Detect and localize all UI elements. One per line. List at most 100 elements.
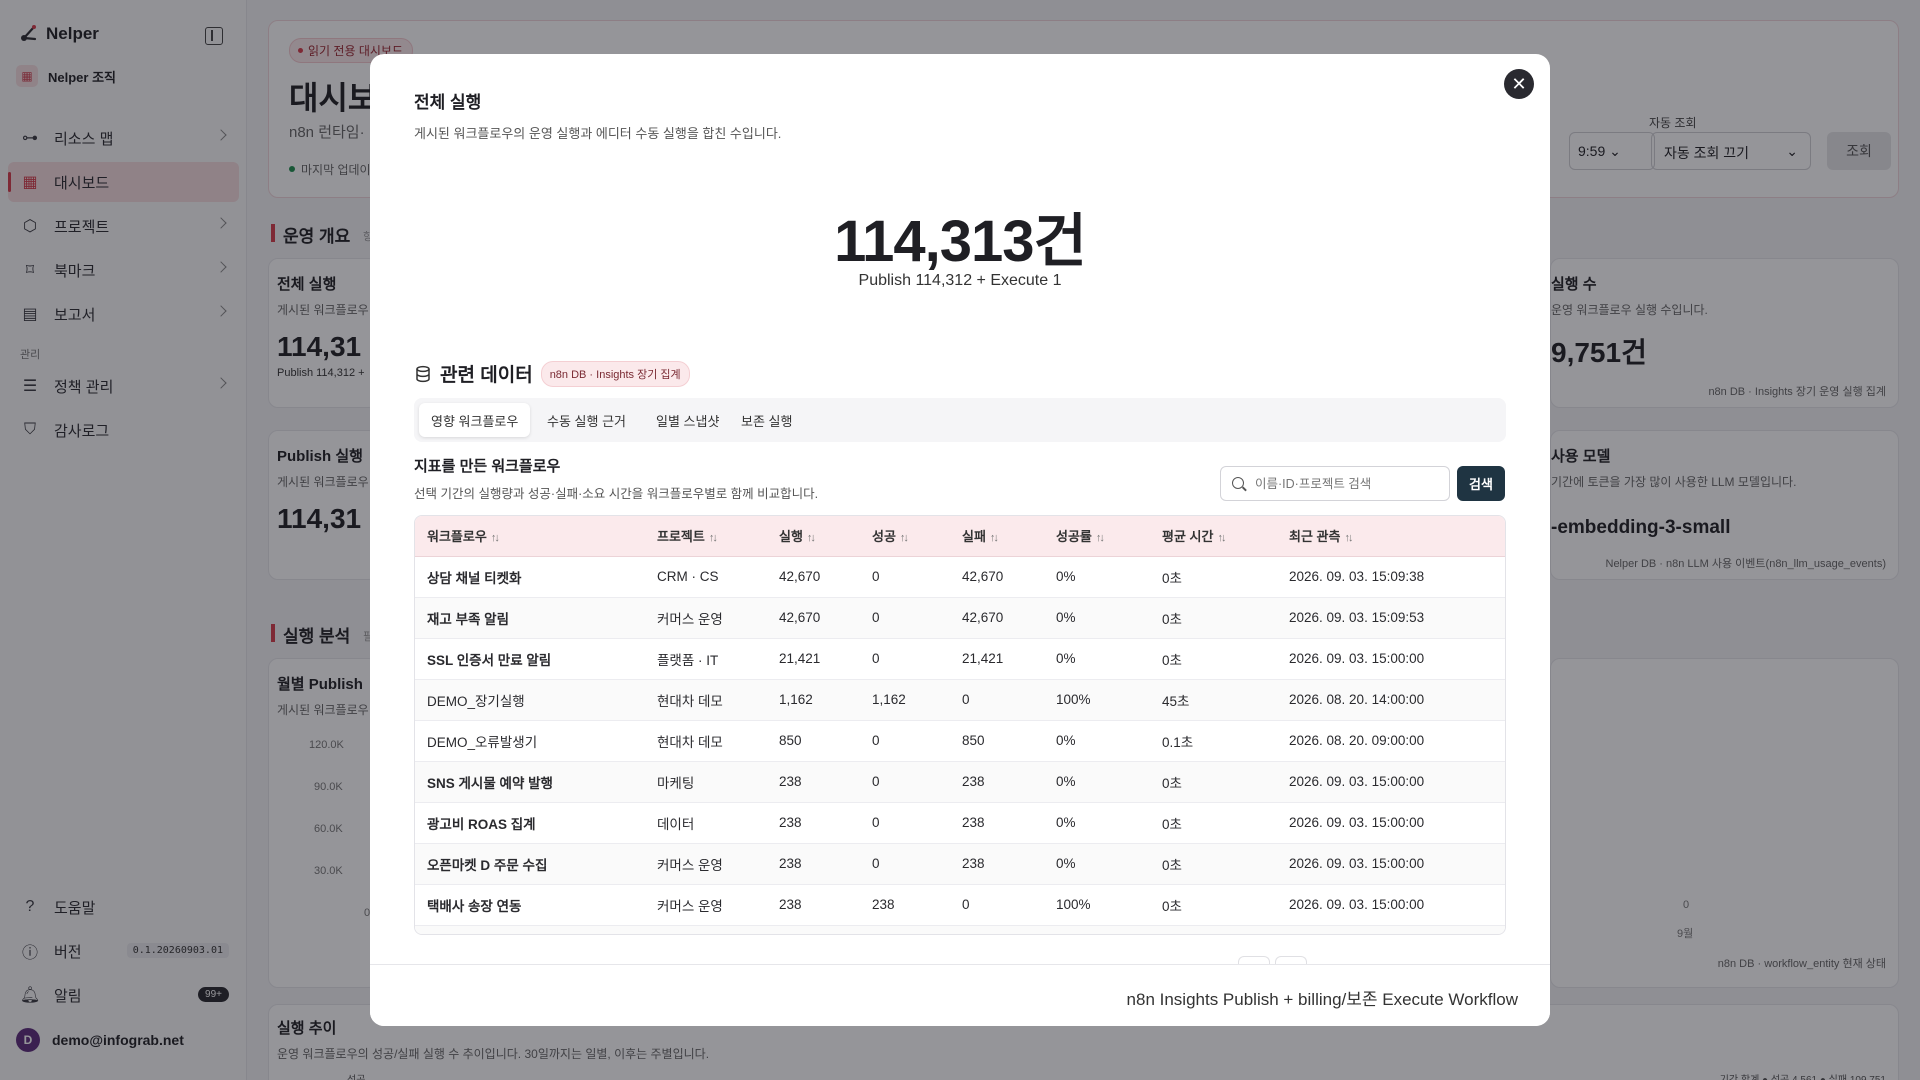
- sort-icon: ↑↓: [806, 532, 816, 545]
- tab-retained-runs[interactable]: 보존 실행: [729, 403, 804, 437]
- table-row[interactable]: DEMO_오류발생기 현대차 데모 850 0 850 0% 0.1초 2026. 08. 2…: [415, 720, 1505, 762]
- sort-icon: ↑↓: [1344, 532, 1353, 545]
- cell-success-rate: 0%: [1044, 556, 1150, 598]
- column-header-label: 성공률: [1056, 529, 1092, 545]
- cell-success: 0: [860, 843, 950, 885]
- cell-success: 0: [860, 720, 950, 762]
- total-runs-modal: ✕ 전체 실행 게시된 워크플로우의 운영 실행과 에디터 수동 실행을 합친 …: [370, 54, 1550, 1026]
- cell-success-rate: 100%: [1044, 925, 1150, 934]
- cell-workflow: 택배사 송장 연동: [415, 884, 645, 926]
- cell-project: 현대차 데모: [645, 720, 767, 762]
- cell-runs: 850: [767, 720, 860, 762]
- sort-icon: ↑↓: [1095, 532, 1105, 545]
- cell-success-rate: 0%: [1044, 802, 1150, 844]
- table-row[interactable]: SNS 게시물 예약 발행 마케팅 238 0 238 0% 0초 2026. 09. 03.…: [415, 761, 1505, 803]
- cell-avg-time: 0초: [1150, 761, 1277, 803]
- column-header-workflow[interactable]: 워크플로우 ↑↓: [415, 516, 645, 557]
- cell-project: 커머스 운영: [645, 843, 767, 885]
- column-header-fail[interactable]: 실패 ↑↓: [950, 516, 1044, 557]
- cell-runs: 1,162: [767, 679, 860, 721]
- table-row[interactable]: 재고 부족 알림 커머스 운영 42,670 0 42,670 0% 0초 2026. 09.…: [415, 597, 1505, 639]
- cell-project: 그로스: [645, 925, 767, 934]
- cell-workflow: 상담 채널 티켓화: [415, 556, 645, 598]
- search-button[interactable]: 검색: [1457, 466, 1505, 501]
- search-input-wrap[interactable]: [1220, 466, 1450, 501]
- cell-last-seen: 2026. 09. 03. 15:00:00: [1277, 761, 1505, 803]
- cell-avg-time: 0초: [1150, 802, 1277, 844]
- cell-runs: 238: [767, 761, 860, 803]
- cell-last-seen: 2026. 09. 03. 15:00:00: [1277, 884, 1505, 926]
- column-header-last-seen[interactable]: 최근 관측 ↑↓: [1277, 516, 1505, 557]
- related-tabs: 영향 워크플로우 수동 실행 근거 일별 스냅샷 보존 실행: [414, 398, 1506, 442]
- cell-success: 0: [860, 802, 950, 844]
- cell-workflow: DEMO_오류발생기: [415, 720, 645, 762]
- cell-success-rate: 0%: [1044, 597, 1150, 639]
- cell-runs: 238: [767, 884, 860, 926]
- cell-success: 0: [860, 597, 950, 639]
- cell-runs: 42,670: [767, 556, 860, 598]
- column-header-runs[interactable]: 실행 ↑↓: [767, 516, 860, 557]
- column-header-avg-time[interactable]: 평균 시간 ↑↓: [1150, 516, 1277, 557]
- cell-last-seen: 2026. 09. 03. 12:00:00: [1277, 925, 1505, 934]
- cell-workflow: 광고비 ROAS 집계: [415, 802, 645, 844]
- table-row[interactable]: 상담 채널 티켓화 CRM · CS 42,670 0 42,670 0% 0초 2026. …: [415, 556, 1505, 598]
- column-header-success[interactable]: 성공 ↑↓: [860, 516, 950, 557]
- sort-icon: ↑↓: [1217, 532, 1226, 545]
- column-header-label: 평균 시간: [1162, 529, 1214, 545]
- modal-footer: n8n Insights Publish + billing/보존 Execut…: [370, 964, 1550, 1026]
- cell-last-seen: 2026. 09. 03. 15:00:00: [1277, 638, 1505, 680]
- cell-success-rate: 0%: [1044, 638, 1150, 680]
- cell-avg-time: 0초: [1150, 884, 1277, 926]
- tab-affected-workflows[interactable]: 영향 워크플로우: [419, 403, 531, 437]
- total-runs-value: 114,313건: [834, 209, 1087, 274]
- column-header-label: 프로젝트: [657, 529, 705, 545]
- total-runs-breakdown: Publish 114,312 + Execute 1: [858, 272, 1062, 289]
- cell-project: 데이터: [645, 802, 767, 844]
- sort-icon: ↑↓: [989, 532, 999, 545]
- sort-icon: ↑↓: [899, 532, 909, 545]
- table-row[interactable]: 오픈마켓 D 주문 수집 커머스 운영 238 0 238 0% 0초 2026. 09. 0…: [415, 843, 1505, 885]
- cell-avg-time: 0초: [1150, 556, 1277, 598]
- table-header-row: 워크플로우 ↑↓ 프로젝트 ↑↓ 실행 ↑↓ 성공 ↑↓ 실패 ↑↓ 성공률 ↑↓ 평균 시…: [415, 516, 1505, 557]
- sort-icon: ↑↓: [708, 532, 718, 545]
- modal-title: 전체 실행: [414, 93, 482, 112]
- cell-project: 커머스 운영: [645, 884, 767, 926]
- cell-fail: 21,421: [950, 638, 1044, 680]
- column-header-project[interactable]: 프로젝트 ↑↓: [645, 516, 767, 557]
- cell-success-rate: 0%: [1044, 761, 1150, 803]
- table-row[interactable]: 광고비 ROAS 집계 데이터 238 0 238 0% 0초 2026. 09. 03. 1…: [415, 802, 1505, 844]
- table-row[interactable]: A/B 테스트 결과 수집그로스1191190100%0초2026. 09. 0…: [415, 925, 1505, 934]
- sort-icon: ↑↓: [490, 532, 500, 545]
- cell-runs: 119: [767, 925, 860, 934]
- cell-project: 플랫폼 · IT: [645, 638, 767, 680]
- cell-runs: 21,421: [767, 638, 860, 680]
- cell-fail: 850: [950, 720, 1044, 762]
- search-input[interactable]: [1255, 475, 1440, 493]
- cell-workflow: DEMO_장기실행: [415, 679, 645, 721]
- cell-workflow: 재고 부족 알림: [415, 597, 645, 639]
- cell-fail: 42,670: [950, 556, 1044, 598]
- cell-fail: 42,670: [950, 597, 1044, 639]
- close-icon[interactable]: ✕: [1504, 69, 1534, 99]
- tab-manual-run-evidence[interactable]: 수동 실행 근거: [535, 403, 638, 437]
- related-data-title: 관련 데이터: [440, 365, 533, 386]
- column-header-label: 워크플로우: [427, 529, 487, 545]
- related-data-header: 관련 데이터 n8n DB · Insights 장기 집계: [414, 360, 690, 387]
- cell-success: 0: [860, 638, 950, 680]
- cell-fail: 238: [950, 761, 1044, 803]
- cell-runs: 238: [767, 843, 860, 885]
- column-header-success-rate[interactable]: 성공률 ↑↓: [1044, 516, 1150, 557]
- tab-daily-snapshot[interactable]: 일별 스냅샷: [644, 403, 731, 437]
- table-row[interactable]: DEMO_장기실행 현대차 데모 1,162 1,162 0 100% 45초 2026. 0…: [415, 679, 1505, 721]
- search-icon: [1232, 477, 1244, 489]
- cell-success-rate: 0%: [1044, 720, 1150, 762]
- list-description: 선택 기간의 실행량과 성공·실패·소요 시간을 워크플로우별로 함께 비교합니…: [414, 487, 819, 501]
- cell-success: 0: [860, 556, 950, 598]
- cell-project: CRM · CS: [645, 556, 767, 598]
- table-row[interactable]: 택배사 송장 연동 커머스 운영 238 238 0 100% 0초 2026. 09. 03…: [415, 884, 1505, 926]
- cell-last-seen: 2026. 09. 03. 15:00:00: [1277, 802, 1505, 844]
- cell-avg-time: 0.1초: [1150, 720, 1277, 762]
- cell-last-seen: 2026. 08. 20. 09:00:00: [1277, 720, 1505, 762]
- table-row[interactable]: SSL 인증서 만료 알림 플랫폼 · IT 21,421 0 21,421 0% 0초 20…: [415, 638, 1505, 680]
- cell-success: 1,162: [860, 679, 950, 721]
